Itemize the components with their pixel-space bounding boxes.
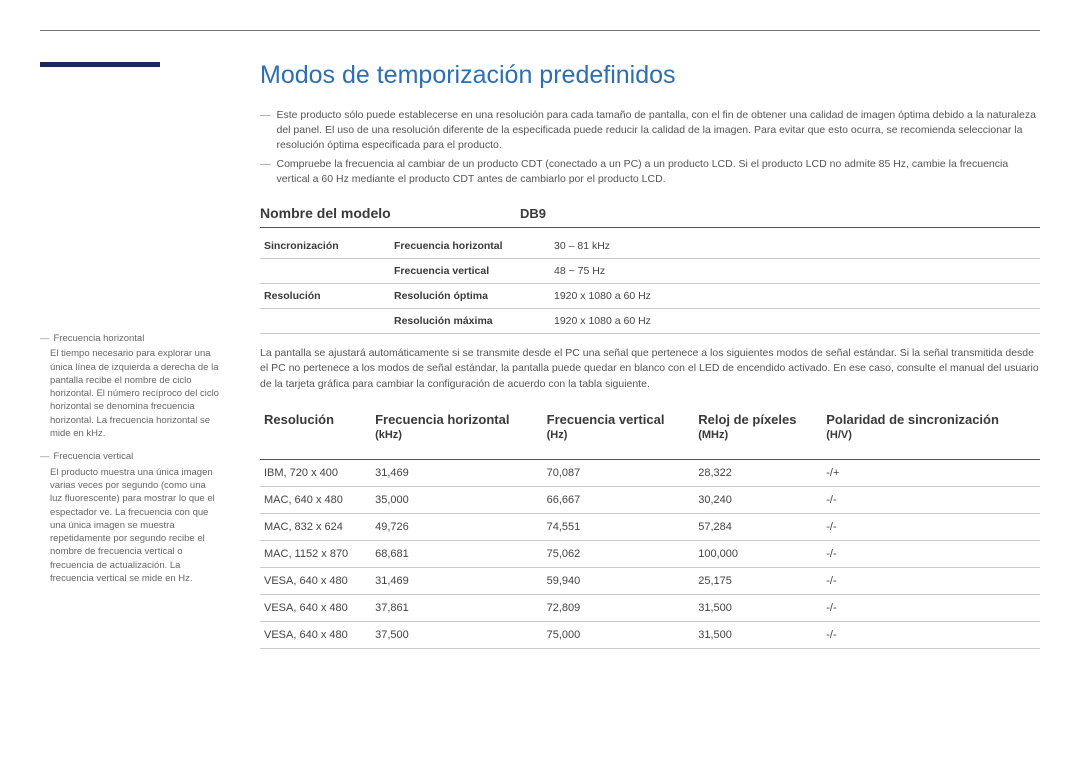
col-clock: Reloj de píxeles(MHz) [694,406,822,460]
col-hfreq: Frecuencia horizontal(kHz) [371,406,543,460]
spec-row: Sincronización Frecuencia horizontal 30 … [260,234,1040,259]
timing-table: Resolución Frecuencia horizontal(kHz) Fr… [260,406,1040,649]
note-text: Compruebe la frecuencia al cambiar de un… [277,157,1041,187]
table-row: MAC, 832 x 62449,72674,55157,284-/- [260,513,1040,540]
spec-row: Resolución Resolución óptima 1920 x 1080… [260,284,1040,309]
model-label: Nombre del modelo [260,205,520,221]
page-title: Modos de temporización predefinidos [260,61,1040,90]
main-content: Modos de temporización predefinidos ―Est… [260,61,1040,649]
col-polarity: Polaridad de sincronización(H/V) [822,406,1040,460]
accent-bar [40,62,160,67]
description-paragraph: La pantalla se ajustará automáticamente … [260,346,1040,392]
top-rule [40,30,1040,31]
table-row: VESA, 640 x 48037,86172,80931,500-/- [260,594,1040,621]
table-row: MAC, 640 x 48035,00066,66730,240-/- [260,486,1040,513]
col-vfreq: Frecuencia vertical(Hz) [543,406,695,460]
sidebar-glossary: ―Frecuencia horizontal El tiempo necesar… [40,332,220,595]
col-resolution: Resolución [260,406,371,460]
table-row: MAC, 1152 x 87068,68175,062100,000-/- [260,540,1040,567]
glossary-def: El producto muestra una única imagen var… [50,466,220,586]
glossary-term: Frecuencia vertical [54,450,134,463]
notes-block: ―Este producto sólo puede establecerse e… [260,108,1040,187]
glossary-def: El tiempo necesario para explorar una ún… [50,347,220,440]
note-text: Este producto sólo puede establecerse en… [277,108,1041,154]
table-row: VESA, 640 x 48031,46959,94025,175-/- [260,567,1040,594]
model-row: Nombre del modelo DB9 [260,205,1040,228]
spec-table: Sincronización Frecuencia horizontal 30 … [260,234,1040,334]
table-row: IBM, 720 x 40031,46970,08728,322-/+ [260,459,1040,486]
glossary-term: Frecuencia horizontal [54,332,145,345]
spec-row: Frecuencia vertical 48 ~ 75 Hz [260,259,1040,284]
table-row: VESA, 640 x 48037,50075,00031,500-/- [260,621,1040,648]
model-value: DB9 [520,206,546,221]
spec-row: Resolución máxima 1920 x 1080 a 60 Hz [260,309,1040,334]
